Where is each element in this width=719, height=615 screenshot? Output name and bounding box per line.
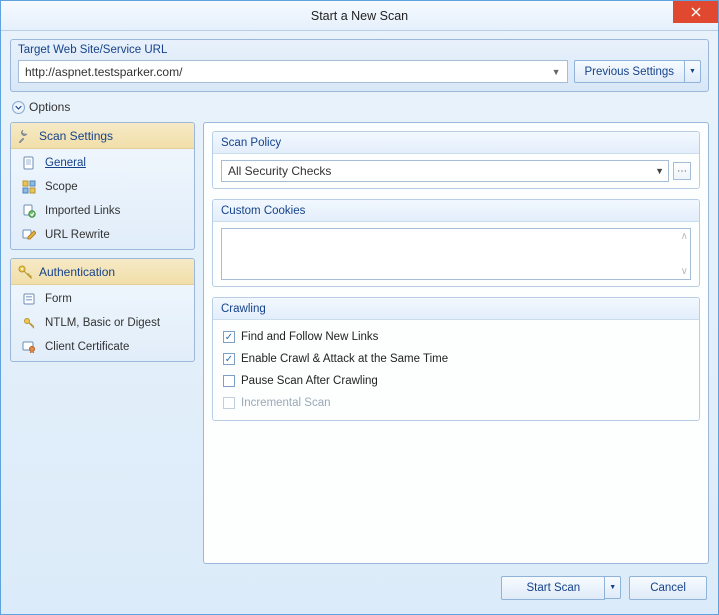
target-url-value: http://aspnet.testsparker.com/ bbox=[25, 65, 182, 79]
scan-policy-value: All Security Checks bbox=[228, 164, 331, 178]
sidebar-item-label: Form bbox=[45, 293, 72, 305]
sidebar-item-client-cert[interactable]: Client Certificate bbox=[11, 335, 194, 359]
close-button[interactable] bbox=[673, 1, 718, 23]
authentication-header[interactable]: Authentication bbox=[11, 259, 194, 285]
sidebar-item-form-auth[interactable]: Form bbox=[11, 287, 194, 311]
custom-cookies-textarea[interactable]: ∧ ∨ bbox=[221, 228, 691, 280]
scan-policy-header: Scan Policy bbox=[213, 132, 699, 154]
target-url-input[interactable]: http://aspnet.testsparker.com/ ▼ bbox=[18, 60, 568, 83]
scan-policy-body: All Security Checks ▼ ⋯ bbox=[213, 154, 699, 188]
scroll-down-icon[interactable]: ∨ bbox=[681, 266, 688, 277]
checkbox-icon: ✓ bbox=[223, 331, 235, 343]
sidebar-item-imported-links[interactable]: Imported Links bbox=[11, 199, 194, 223]
target-url-row: http://aspnet.testsparker.com/ ▼ Previou… bbox=[18, 60, 701, 83]
sidebar-item-label: Client Certificate bbox=[45, 341, 129, 353]
checkbox-label: Enable Crawl & Attack at the Same Time bbox=[241, 353, 448, 365]
content-area: Target Web Site/Service URL http://aspne… bbox=[1, 31, 718, 614]
start-scan-label: Start Scan bbox=[526, 582, 580, 594]
sidebar-item-label: Scope bbox=[45, 181, 78, 193]
titlebar: Start a New Scan bbox=[1, 1, 718, 31]
chevron-down-icon[interactable]: ▼ bbox=[552, 67, 561, 77]
settings-detail-pane: Scan Policy All Security Checks ▼ ⋯ Cust… bbox=[203, 122, 709, 564]
scan-policy-row: All Security Checks ▼ ⋯ bbox=[221, 160, 691, 182]
checkbox-find-follow-links[interactable]: ✓ Find and Follow New Links bbox=[221, 326, 691, 348]
authentication-header-label: Authentication bbox=[39, 265, 115, 279]
sidebar-item-general[interactable]: General bbox=[11, 151, 194, 175]
cancel-label: Cancel bbox=[650, 582, 686, 594]
main-area: Scan Settings General Scope bbox=[10, 122, 709, 564]
scan-policy-group: Scan Policy All Security Checks ▼ ⋯ bbox=[212, 131, 700, 189]
start-scan-split-button: Start Scan ▼ bbox=[501, 576, 621, 600]
checkbox-icon bbox=[223, 375, 235, 387]
crawling-body: ✓ Find and Follow New Links ✓ Enable Cra… bbox=[213, 320, 699, 420]
checkbox-pause-after-crawling[interactable]: Pause Scan After Crawling bbox=[221, 370, 691, 392]
authentication-body: Form NTLM, Basic or Digest Client Certif… bbox=[11, 285, 194, 361]
sidebar-item-label: General bbox=[45, 157, 86, 169]
sidebar-item-ntlm-auth[interactable]: NTLM, Basic or Digest bbox=[11, 311, 194, 335]
start-scan-button[interactable]: Start Scan bbox=[501, 576, 605, 600]
scan-settings-panel: Scan Settings General Scope bbox=[10, 122, 195, 250]
scan-policy-browse-button[interactable]: ⋯ bbox=[673, 162, 691, 180]
scan-settings-header[interactable]: Scan Settings bbox=[11, 123, 194, 149]
options-label: Options bbox=[29, 100, 70, 114]
checkbox-label: Pause Scan After Crawling bbox=[241, 375, 378, 387]
sidebar-item-url-rewrite[interactable]: URL Rewrite bbox=[11, 223, 194, 247]
sidebar-item-scope[interactable]: Scope bbox=[11, 175, 194, 199]
sidebar: Scan Settings General Scope bbox=[10, 122, 195, 564]
checkbox-icon bbox=[223, 397, 235, 409]
sidebar-item-label: URL Rewrite bbox=[45, 229, 110, 241]
chevron-down-icon bbox=[12, 101, 25, 114]
window-title: Start a New Scan bbox=[311, 9, 408, 23]
key-small-icon bbox=[21, 315, 37, 331]
chevron-down-icon[interactable]: ▼ bbox=[655, 166, 664, 176]
scan-settings-body: General Scope Imported Links URL Re bbox=[11, 149, 194, 249]
previous-settings-dropdown[interactable]: ▼ bbox=[685, 60, 701, 83]
sidebar-item-label: NTLM, Basic or Digest bbox=[45, 317, 160, 329]
previous-settings-label: Previous Settings bbox=[585, 66, 675, 78]
start-scan-dropdown[interactable]: ▼ bbox=[605, 576, 621, 599]
page-icon bbox=[21, 155, 37, 171]
scan-settings-header-label: Scan Settings bbox=[39, 129, 113, 143]
options-toggle[interactable]: Options bbox=[12, 100, 709, 114]
scroll-up-icon[interactable]: ∧ bbox=[681, 231, 688, 242]
scope-icon bbox=[21, 179, 37, 195]
checkbox-label: Find and Follow New Links bbox=[241, 331, 378, 343]
link-import-icon bbox=[21, 203, 37, 219]
authentication-panel: Authentication Form NTLM, Basic or Diges… bbox=[10, 258, 195, 362]
wrench-icon bbox=[17, 128, 33, 144]
checkbox-icon: ✓ bbox=[223, 353, 235, 365]
sidebar-item-label: Imported Links bbox=[45, 205, 120, 217]
key-icon bbox=[17, 264, 33, 280]
target-url-label: Target Web Site/Service URL bbox=[18, 44, 701, 56]
url-rewrite-icon bbox=[21, 227, 37, 243]
checkbox-label: Incremental Scan bbox=[241, 397, 331, 409]
crawling-header: Crawling bbox=[213, 298, 699, 320]
previous-settings-button[interactable]: Previous Settings bbox=[574, 60, 686, 83]
scan-policy-combo[interactable]: All Security Checks ▼ bbox=[221, 160, 669, 182]
custom-cookies-header: Custom Cookies bbox=[213, 200, 699, 222]
dialog-window: Start a New Scan Target Web Site/Service… bbox=[0, 0, 719, 615]
footer: Start Scan ▼ Cancel bbox=[10, 570, 709, 606]
cancel-button[interactable]: Cancel bbox=[629, 576, 707, 600]
close-icon bbox=[691, 7, 701, 17]
checkbox-crawl-attack-same-time[interactable]: ✓ Enable Crawl & Attack at the Same Time bbox=[221, 348, 691, 370]
previous-settings-split-button: Previous Settings ▼ bbox=[574, 60, 702, 83]
crawling-group: Crawling ✓ Find and Follow New Links ✓ E… bbox=[212, 297, 700, 421]
certificate-icon bbox=[21, 339, 37, 355]
checkbox-incremental-scan: Incremental Scan bbox=[221, 392, 691, 414]
form-icon bbox=[21, 291, 37, 307]
custom-cookies-body: ∧ ∨ bbox=[213, 222, 699, 286]
target-url-group: Target Web Site/Service URL http://aspne… bbox=[10, 39, 709, 92]
custom-cookies-group: Custom Cookies ∧ ∨ bbox=[212, 199, 700, 287]
